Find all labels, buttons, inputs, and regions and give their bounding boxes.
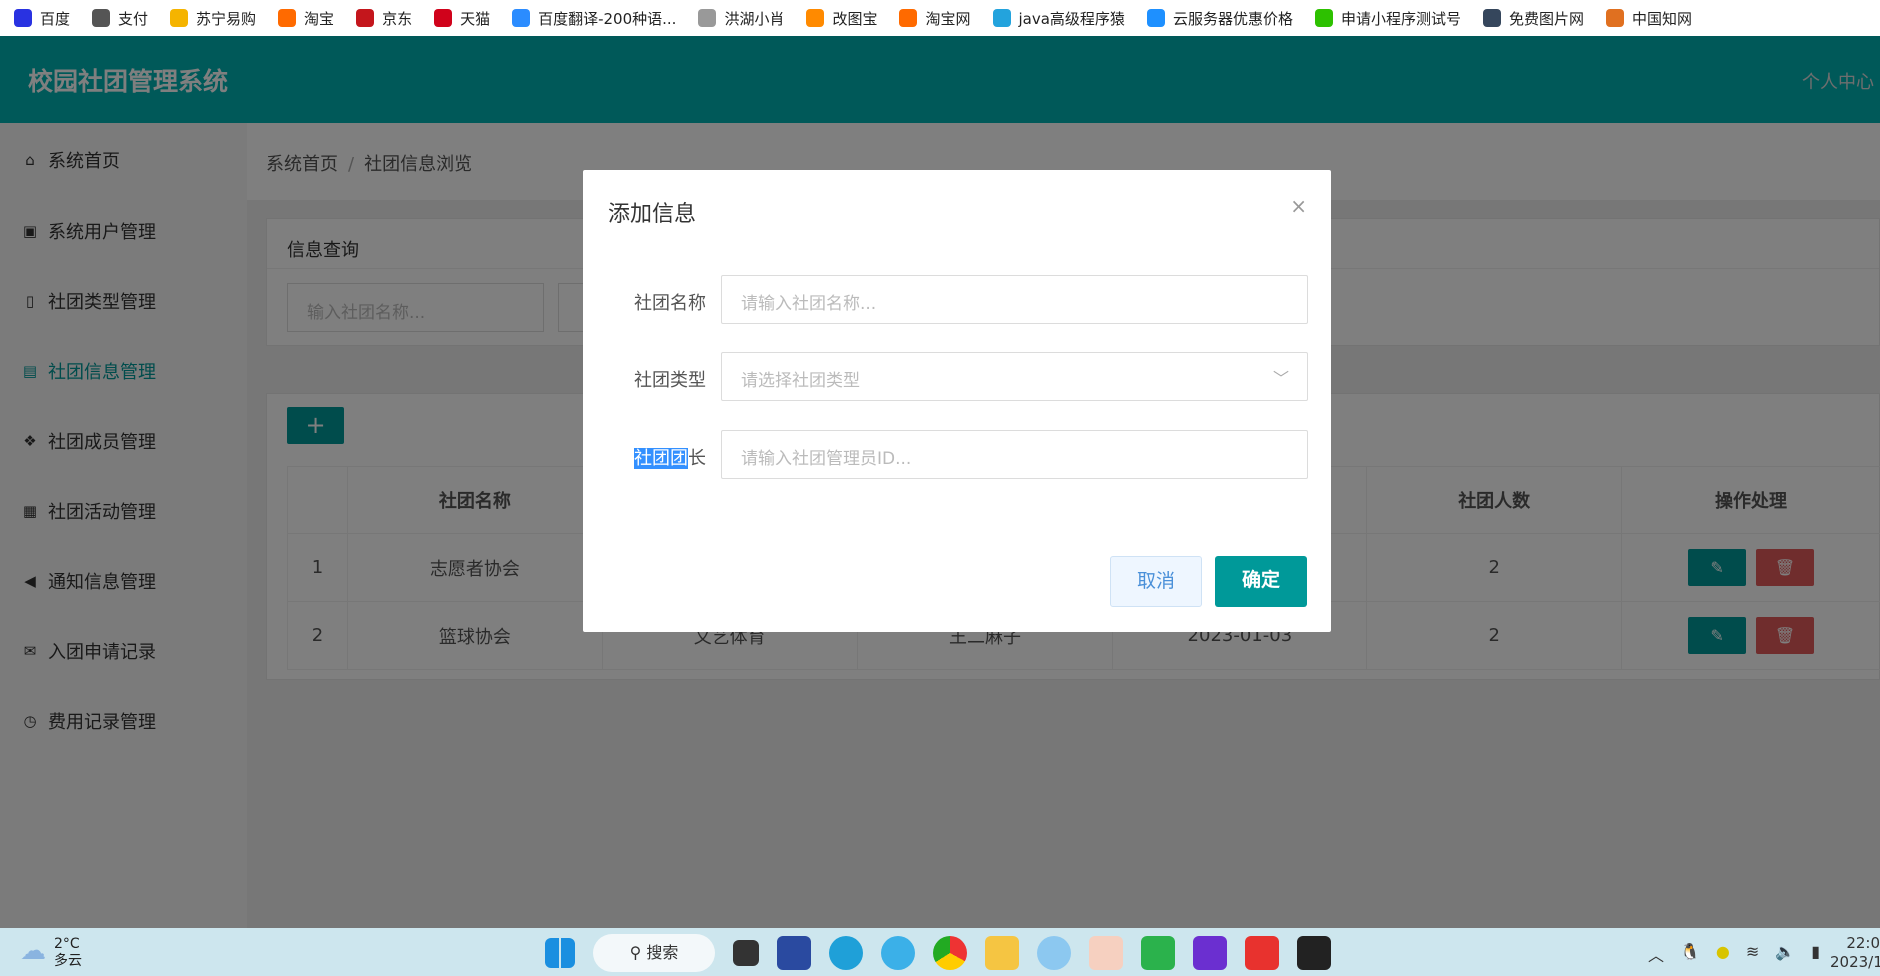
app-icon[interactable]: [1037, 936, 1071, 970]
file-explorer-icon[interactable]: [985, 936, 1019, 970]
clock[interactable]: 22:02023/1/: [1830, 934, 1880, 972]
intellij-icon[interactable]: [1193, 936, 1227, 970]
gaitubao-icon: [806, 9, 825, 27]
label-rest: 长: [688, 448, 706, 469]
bookmark-label: 淘宝: [304, 9, 335, 28]
weather-widget[interactable]: ☁ 2°C 多云: [20, 936, 82, 970]
close-icon[interactable]: ×: [1290, 194, 1307, 218]
club-name-label: 社团名称: [634, 293, 706, 314]
add-info-dialog: 添加信息 × 社团名称 请输入社团名称... 社团类型 请选择社团类型 ﹀ 社团团…: [583, 170, 1331, 632]
bookmark-item[interactable]: 中国知网: [1605, 8, 1692, 29]
bookmark-label: 支付: [118, 9, 149, 28]
taobao-icon: [278, 9, 297, 27]
bookmark-label: 改图宝: [832, 9, 878, 28]
club-leader-input[interactable]: 请输入社团管理员ID...: [721, 430, 1308, 479]
weather-cloud-icon: ☁: [20, 936, 46, 966]
club-type-label: 社团类型: [634, 370, 706, 391]
battery-icon[interactable]: ▮: [1811, 942, 1820, 966]
music-icon[interactable]: ●: [1716, 942, 1730, 966]
bookmark-label: 天猫: [460, 9, 491, 28]
globe-icon: [92, 9, 111, 27]
bookmarks-bar: 百度 支付 苏宁易购 淘宝 京东 天猫 百度翻译-200种语... 洪湖小肖 改图宝 淘宝网 jav…: [0, 0, 1880, 36]
clock-date: 2023/1/: [1830, 953, 1880, 971]
windows-start-icon[interactable]: [545, 938, 575, 968]
tmall-icon: [434, 9, 453, 27]
cloud-icon: [1146, 9, 1165, 27]
bookmark-item[interactable]: java高级程序猿: [992, 8, 1125, 29]
selected-text: 社团团: [634, 448, 688, 469]
volume-icon[interactable]: 🔈: [1775, 942, 1795, 966]
taskbar-search[interactable]: ⚲ 搜索: [593, 934, 715, 972]
bookmark-label: 免费图片网: [1508, 9, 1584, 28]
search-label: 搜索: [646, 943, 679, 962]
taskbar-apps: ⚲ 搜索: [545, 934, 1331, 972]
clock-time: 22:0: [1846, 934, 1880, 952]
bookmark-item[interactable]: 云服务器优惠价格: [1146, 8, 1293, 29]
bookmark-item[interactable]: 支付: [92, 8, 148, 29]
bookmark-label: 京东: [382, 9, 413, 28]
ie-icon[interactable]: [881, 936, 915, 970]
edge-icon[interactable]: [829, 936, 863, 970]
wifi-icon[interactable]: ≋: [1746, 942, 1759, 966]
bookmark-label: 中国知网: [1631, 9, 1692, 28]
wps-icon[interactable]: [1245, 936, 1279, 970]
bookmark-item[interactable]: 苏宁易购: [170, 8, 256, 29]
translate-icon: [512, 9, 531, 27]
bookmark-label: 百度翻译-200种语...: [538, 9, 677, 28]
dialog-title: 添加信息: [608, 202, 697, 227]
terminal-icon[interactable]: [1297, 936, 1331, 970]
club-type-placeholder: 请选择社团类型: [741, 371, 860, 391]
wechat-icon: [1314, 9, 1333, 27]
bookmark-item[interactable]: 百度翻译-200种语...: [512, 8, 676, 29]
bookmark-item[interactable]: 百度: [14, 8, 70, 29]
bookmark-label: 百度: [40, 9, 71, 28]
confirm-button[interactable]: 确定: [1215, 556, 1307, 607]
hbuilder-icon[interactable]: [1141, 936, 1175, 970]
bookmark-label: java高级程序猿: [1018, 9, 1125, 28]
bookmark-label: 淘宝网: [925, 9, 971, 28]
jd-icon: [356, 9, 375, 27]
suning-icon: [170, 9, 189, 27]
bookmark-item[interactable]: 改图宝: [806, 8, 877, 29]
chrome-icon[interactable]: [933, 936, 967, 970]
club-type-select[interactable]: 请选择社团类型 ﹀: [721, 352, 1308, 401]
temperature: 2°C: [54, 936, 80, 952]
bookmark-item[interactable]: 淘宝: [278, 8, 334, 29]
bookmark-label: 申请小程序测试号: [1340, 9, 1461, 28]
bookmark-item[interactable]: 淘宝网: [899, 8, 971, 29]
slides-icon[interactable]: [1089, 936, 1123, 970]
bookmark-label: 云服务器优惠价格: [1172, 9, 1293, 28]
bookmark-item[interactable]: 京东: [356, 8, 412, 29]
baidu-icon: [14, 9, 32, 27]
chevron-down-icon: ﹀: [1272, 369, 1289, 388]
club-name-input[interactable]: 请输入社团名称...: [721, 275, 1308, 324]
bookmark-item[interactable]: 洪湖小肖: [698, 8, 784, 29]
taobao-icon: [899, 9, 918, 27]
cancel-button[interactable]: 取消: [1110, 556, 1202, 607]
bird-icon: [698, 9, 717, 27]
club-leader-label: 社团团长: [634, 444, 706, 470]
task-view-icon[interactable]: [733, 940, 759, 966]
bilibili-icon: [992, 9, 1011, 27]
tumblr-icon: [1482, 9, 1501, 27]
system-tray: ︿ 🐧 ● ≋ 🔈 ▮: [1648, 942, 1820, 966]
cnki-icon: [1605, 9, 1624, 27]
taskbar: ☁ 2°C多云 ⚲ 搜索 ︿ 🐧 ● ≋ 🔈 ▮ 22:02023/1/: [0, 928, 1880, 976]
bookmark-item[interactable]: 天猫: [434, 8, 490, 29]
remote-desktop-icon[interactable]: [777, 936, 811, 970]
weather-text: 多云: [54, 953, 82, 969]
bookmark-item[interactable]: 申请小程序测试号: [1314, 8, 1461, 29]
chevron-up-icon[interactable]: ︿: [1648, 942, 1664, 966]
bookmark-label: 洪湖小肖: [724, 9, 785, 28]
bookmark-item[interactable]: 免费图片网: [1482, 8, 1584, 29]
qq-icon[interactable]: 🐧: [1680, 942, 1700, 966]
bookmark-label: 苏宁易购: [196, 9, 257, 28]
